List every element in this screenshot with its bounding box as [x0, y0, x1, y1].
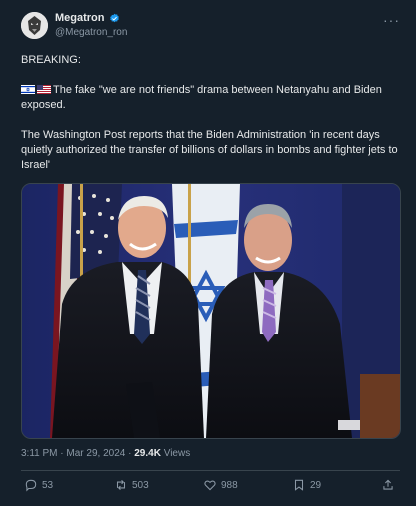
- views-count: 29.4K: [134, 448, 161, 459]
- avatar[interactable]: [21, 12, 48, 39]
- israel-flag-icon: [21, 85, 35, 94]
- author-handle[interactable]: @Megatron_ron: [55, 27, 127, 38]
- bookmark-button[interactable]: 29: [292, 478, 321, 492]
- share-icon: [383, 479, 393, 490]
- repost-button[interactable]: 503: [114, 478, 149, 492]
- like-button[interactable]: 988: [203, 478, 238, 492]
- reply-icon: [25, 479, 37, 492]
- tweet-line-headline: The fake "we are not friends" drama betw…: [21, 83, 405, 113]
- author-row: Megatron: [55, 12, 120, 24]
- more-options-icon[interactable]: ···: [383, 12, 400, 28]
- divider: [21, 470, 400, 471]
- reply-count: 53: [42, 479, 54, 491]
- tweet-date[interactable]: Mar 29, 2024: [66, 448, 125, 459]
- repost-count: 503: [132, 479, 149, 491]
- meta-separator: ·: [60, 448, 64, 459]
- tweet-card: Megatron @Megatron_ron ··· BREAKING: The…: [0, 0, 416, 506]
- share-button[interactable]: [381, 478, 395, 492]
- verified-badge-icon: [109, 13, 119, 22]
- tweet-headline-text: The fake "we are not friends" drama betw…: [21, 84, 382, 111]
- tweet-photo[interactable]: [21, 183, 401, 439]
- bookmark-icon: [294, 479, 304, 491]
- tweet-line-breaking: BREAKING:: [21, 54, 81, 66]
- bookmark-count: 29: [310, 479, 322, 491]
- action-bar: 53 503 988 29: [21, 478, 401, 498]
- heart-icon: [204, 480, 216, 491]
- repost-icon: [116, 479, 126, 491]
- reply-button[interactable]: 53: [24, 478, 53, 492]
- tweet-time[interactable]: 3:11 PM: [21, 448, 58, 459]
- author-name[interactable]: Megatron: [55, 12, 105, 24]
- tweet-text: BREAKING: The fake "we are not friends" …: [21, 53, 405, 173]
- tweet-meta: 3:11 PM · Mar 29, 2024 · 29.4K Views: [21, 448, 190, 459]
- like-count: 988: [221, 479, 238, 491]
- views-label: Views: [163, 448, 191, 459]
- meta-separator: ·: [128, 448, 132, 459]
- tweet-line-report: The Washington Post reports that the Bid…: [21, 129, 398, 171]
- us-flag-icon: [37, 85, 51, 94]
